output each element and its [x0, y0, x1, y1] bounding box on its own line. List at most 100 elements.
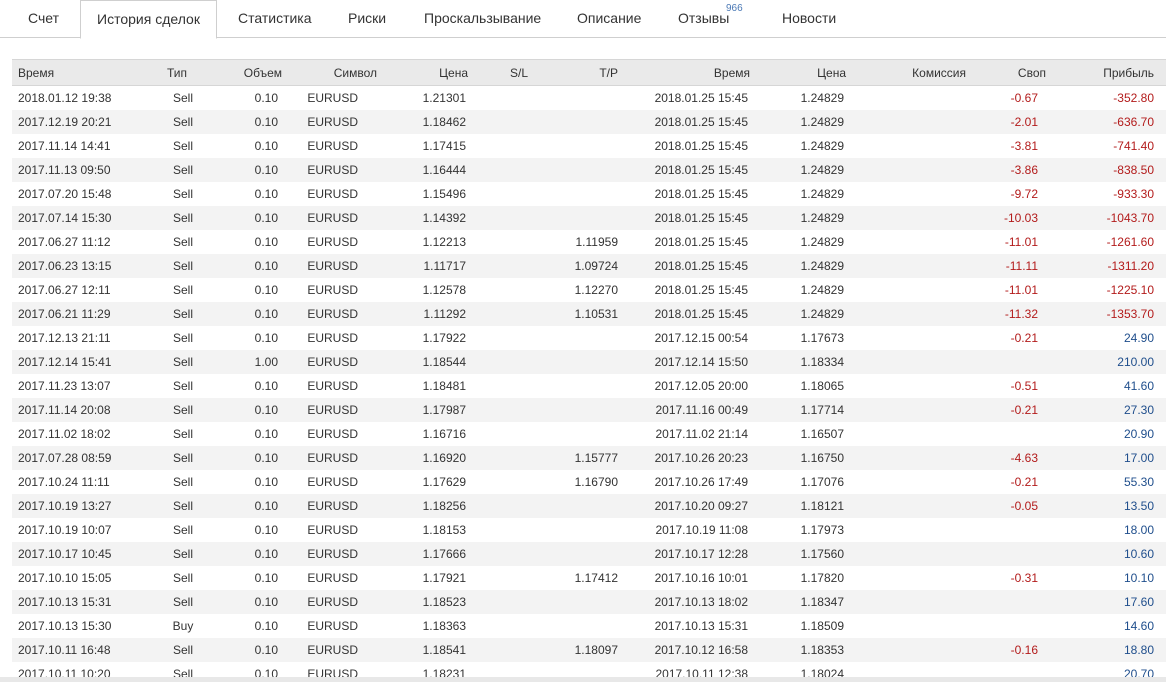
cell-volume: 0.10 — [254, 403, 278, 417]
col-header-open-price[interactable]: Цена — [377, 60, 468, 86]
cell-swap: -4.63 — [1010, 451, 1038, 465]
cell-tp: 1.15777 — [574, 451, 618, 465]
cell-open-time: 2017.10.19 10:07 — [18, 523, 112, 537]
table-row[interactable]: 2017.11.23 13:07 Sell 0.10 EURUSD 1.18481 201… — [12, 374, 1166, 398]
table-row[interactable]: 2017.12.13 21:11 Sell 0.10 EURUSD 1.17922 201… — [12, 326, 1166, 350]
cell-swap: -11.32 — [1004, 307, 1038, 321]
cell-tp — [528, 158, 618, 182]
cell-tp — [528, 326, 618, 350]
cell-open-time: 2017.11.13 09:50 — [18, 163, 111, 177]
cell-close-price: 1.24829 — [800, 163, 844, 177]
table-row[interactable]: 2017.07.20 15:48 Sell 0.10 EURUSD 1.15496 201… — [12, 182, 1166, 206]
cell-tp — [528, 542, 618, 566]
table-row[interactable]: 2017.10.13 15:30 Buy 0.10 EURUSD 1.18363 2017… — [12, 614, 1166, 638]
table-row[interactable]: 2017.11.02 18:02 Sell 0.10 EURUSD 1.16716 201… — [12, 422, 1166, 446]
cell-swap — [966, 614, 1046, 638]
cell-swap — [966, 422, 1046, 446]
table-row[interactable]: 2017.07.28 08:59 Sell 0.10 EURUSD 1.16920 1.1… — [12, 446, 1166, 470]
table-row[interactable]: 2017.10.13 15:31 Sell 0.10 EURUSD 1.18523 201… — [12, 590, 1166, 614]
tab-statistics[interactable]: Статистика — [238, 0, 312, 38]
col-header-profit[interactable]: Прибыль — [1046, 60, 1166, 86]
cell-tp — [528, 590, 618, 614]
tab-news[interactable]: Новости — [782, 0, 836, 38]
col-header-close-price[interactable]: Цена — [750, 60, 846, 86]
col-header-type[interactable]: Тип — [142, 60, 212, 86]
table-row[interactable]: 2017.10.19 10:07 Sell 0.10 EURUSD 1.18153 201… — [12, 518, 1166, 542]
cell-volume: 0.10 — [254, 283, 278, 297]
cell-close-price: 1.24829 — [800, 211, 844, 225]
cell-symbol: EURUSD — [307, 643, 358, 657]
table-row[interactable]: 2017.06.21 11:29 Sell 0.10 EURUSD 1.11292 1.1… — [12, 302, 1166, 326]
cell-open-time: 2017.11.14 14:41 — [18, 139, 111, 153]
col-header-open-time[interactable]: Время — [12, 60, 142, 86]
cell-close-time: 2018.01.25 15:45 — [654, 115, 748, 129]
cell-profit: -1311.20 — [1107, 259, 1154, 273]
cell-swap: -0.21 — [1010, 475, 1038, 489]
col-header-volume[interactable]: Объем — [212, 60, 282, 86]
cell-tp — [528, 182, 618, 206]
table-row[interactable]: 2017.10.10 15:05 Sell 0.10 EURUSD 1.17921 1.1… — [12, 566, 1166, 590]
cell-volume: 0.10 — [254, 163, 278, 177]
cell-profit: -1225.10 — [1106, 283, 1154, 297]
col-header-close-time[interactable]: Время — [618, 60, 750, 86]
col-header-swap[interactable]: Своп — [966, 60, 1046, 86]
col-header-symbol[interactable]: Символ — [282, 60, 377, 86]
cell-commission — [846, 134, 966, 158]
table-row[interactable]: 2017.06.27 12:11 Sell 0.10 EURUSD 1.12578 1.1… — [12, 278, 1166, 302]
table-row[interactable]: 2017.10.19 13:27 Sell 0.10 EURUSD 1.18256 201… — [12, 494, 1166, 518]
tab-reviews[interactable]: Отзывы — [678, 0, 729, 38]
cell-close-price: 1.17714 — [800, 403, 844, 417]
cell-commission — [846, 518, 966, 542]
table-row[interactable]: 2017.11.14 20:08 Sell 0.10 EURUSD 1.17987 201… — [12, 398, 1166, 422]
cell-symbol: EURUSD — [307, 547, 358, 561]
table-row[interactable]: 2017.10.24 11:11 Sell 0.10 EURUSD 1.17629 1.1… — [12, 470, 1166, 494]
cell-profit: -838.50 — [1113, 163, 1154, 177]
tab-account[interactable]: Счет — [28, 0, 59, 38]
tab-trade-history[interactable]: История сделок — [80, 0, 217, 39]
table-row[interactable]: 2017.07.14 15:30 Sell 0.10 EURUSD 1.14392 201… — [12, 206, 1166, 230]
tab-description[interactable]: Описание — [577, 0, 641, 38]
cell-volume: 0.10 — [254, 379, 278, 393]
cell-open-price: 1.21301 — [422, 91, 466, 105]
cell-close-time: 2017.10.20 09:27 — [654, 499, 748, 513]
tab-slippage[interactable]: Проскальзывание — [424, 0, 541, 38]
cell-profit: 24.90 — [1123, 331, 1154, 345]
col-header-commission[interactable]: Комиссия — [846, 60, 966, 86]
table-row[interactable]: 2017.11.13 09:50 Sell 0.10 EURUSD 1.16444 201… — [12, 158, 1166, 182]
trade-history-table-container: Время Тип Объем Символ Цена S/L T/P Врем… — [12, 59, 1166, 682]
table-header-row: Время Тип Объем Символ Цена S/L T/P Врем… — [12, 59, 1166, 86]
cell-commission — [846, 230, 966, 254]
cell-profit: 13.50 — [1123, 499, 1154, 513]
tab-bar: Счет История сделок Статистика Риски Про… — [0, 0, 1166, 39]
cell-open-price: 1.14392 — [422, 211, 466, 225]
cell-open-price: 1.15496 — [422, 187, 466, 201]
table-row[interactable]: 2018.01.12 19:38 Sell 0.10 EURUSD 1.21301 201… — [12, 86, 1166, 111]
tab-risks[interactable]: Риски — [348, 0, 386, 38]
cell-volume: 0.10 — [254, 475, 278, 489]
cell-type: Sell — [172, 595, 193, 609]
cell-open-time: 2017.07.20 15:48 — [18, 187, 112, 201]
cell-volume: 0.10 — [254, 499, 278, 513]
horizontal-scrollbar[interactable] — [0, 677, 1166, 682]
cell-commission — [846, 566, 966, 590]
table-row[interactable]: 2017.12.14 15:41 Sell 1.00 EURUSD 1.18544 201… — [12, 350, 1166, 374]
cell-open-price: 1.16920 — [422, 451, 466, 465]
cell-close-time: 2017.10.16 10:01 — [654, 571, 748, 585]
table-row[interactable]: 2017.06.23 13:15 Sell 0.10 EURUSD 1.11717 1.0… — [12, 254, 1166, 278]
cell-type: Sell — [172, 235, 193, 249]
table-row[interactable]: 2017.06.27 11:12 Sell 0.10 EURUSD 1.12213 1.1… — [12, 230, 1166, 254]
table-row[interactable]: 2017.10.11 16:48 Sell 0.10 EURUSD 1.18541 1.1… — [12, 638, 1166, 662]
cell-close-time: 2018.01.25 15:45 — [654, 259, 748, 273]
cell-tp — [528, 134, 618, 158]
cell-type: Sell — [172, 403, 193, 417]
cell-close-price: 1.24829 — [800, 283, 844, 297]
cell-close-time: 2018.01.25 15:45 — [654, 307, 748, 321]
table-row[interactable]: 2017.12.19 20:21 Sell 0.10 EURUSD 1.18462 201… — [12, 110, 1166, 134]
col-header-tp[interactable]: T/P — [528, 60, 618, 86]
cell-sl — [468, 350, 528, 374]
table-row[interactable]: 2017.10.17 10:45 Sell 0.10 EURUSD 1.17666 201… — [12, 542, 1166, 566]
col-header-sl[interactable]: S/L — [468, 60, 528, 86]
table-row[interactable]: 2017.11.14 14:41 Sell 0.10 EURUSD 1.17415 201… — [12, 134, 1166, 158]
cell-profit: -1261.60 — [1106, 235, 1154, 249]
cell-symbol: EURUSD — [307, 235, 358, 249]
